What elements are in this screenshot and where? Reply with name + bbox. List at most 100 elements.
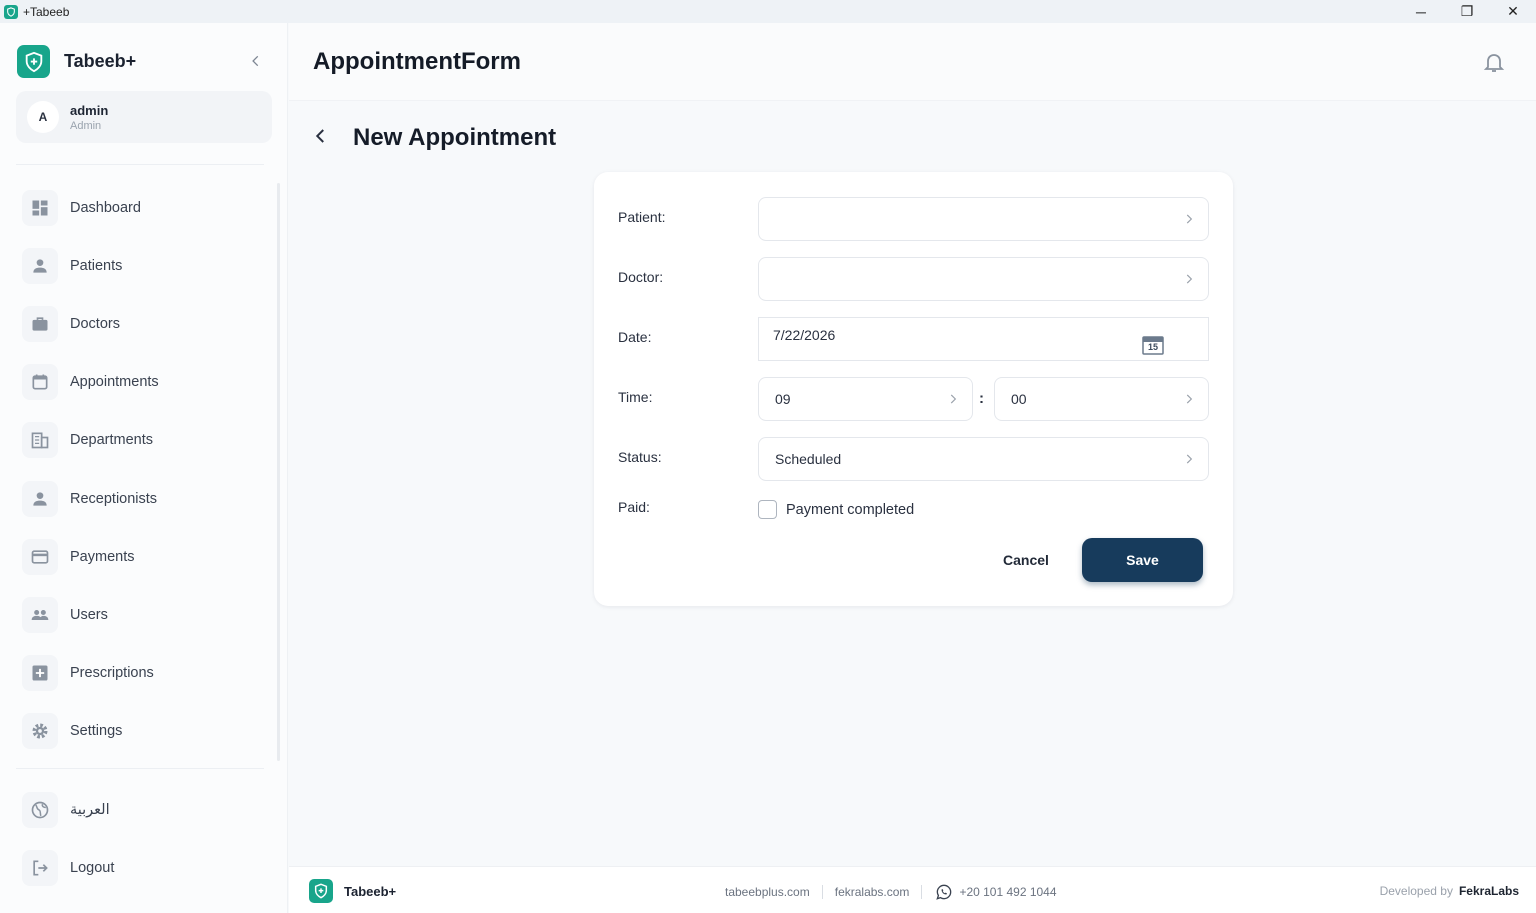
sidebar-item-label: Patients [70, 258, 123, 275]
sidebar-item-dashboard[interactable]: Dashboard [0, 179, 280, 237]
time-label: Time: [618, 389, 653, 405]
footer-brand-name: Tabeeb+ [344, 883, 397, 899]
calendar-button[interactable]: 15 [1142, 335, 1164, 355]
form-title: New Appointment [353, 124, 557, 151]
save-button[interactable]: Save [1082, 538, 1203, 582]
chevron-right-icon [1186, 274, 1193, 284]
building-icon [22, 422, 58, 459]
page-title: AppointmentForm [313, 48, 521, 75]
sidebar-item-prescriptions[interactable]: Prescriptions [0, 644, 280, 702]
divider [921, 885, 923, 899]
hour-value: 09 [775, 391, 791, 407]
developed-by-label: Developed by [1379, 884, 1453, 898]
window-titlebar: +Tabeeb ─ ❐ ✕ [0, 0, 1536, 23]
sidebar-item-doctors[interactable]: Doctors [0, 295, 280, 353]
divider [16, 768, 264, 769]
hour-select[interactable]: 09 [758, 377, 973, 421]
notifications-button[interactable] [1482, 50, 1506, 74]
company-link[interactable]: fekralabs.com [835, 885, 910, 899]
calendar-icon [22, 364, 58, 401]
collapse-sidebar-button[interactable] [244, 49, 268, 73]
appointment-form-card: Patient: Doctor: Date: 7/22/2026 15 Time… [594, 172, 1233, 606]
sidebar-item-departments[interactable]: Departments [0, 411, 280, 469]
divider [821, 885, 823, 899]
sidebar-item-appointments[interactable]: Appointments [0, 353, 280, 411]
close-button[interactable]: ✕ [1490, 0, 1536, 23]
minute-select[interactable]: 00 [994, 377, 1209, 421]
globe-icon [22, 792, 58, 829]
divider [16, 164, 264, 165]
person-icon [22, 248, 58, 285]
sidebar-item-label: Users [70, 606, 108, 623]
sidebar-item-label: Receptionists [70, 490, 158, 507]
patient-label: Patient: [618, 209, 666, 225]
status-select[interactable]: Scheduled [758, 437, 1209, 481]
chevron-right-icon [950, 394, 957, 404]
sidebar-item-label: Doctors [70, 316, 120, 333]
chevron-right-icon [1186, 394, 1193, 404]
sidebar-item-label: Dashboard [70, 200, 141, 217]
main-header: AppointmentForm [289, 23, 1536, 101]
app-logo-icon [4, 4, 18, 19]
footer: Tabeeb+ tabeebplus.com fekralabs.com +20… [289, 866, 1536, 913]
sidebar-bottom-nav: العربية Logout [0, 781, 280, 897]
sidebar-item-settings[interactable]: Settings [0, 702, 280, 760]
sidebar-item-logout[interactable]: Logout [0, 839, 280, 897]
gear-icon [22, 712, 58, 749]
patient-select[interactable] [758, 197, 1209, 241]
sidebar-item-patients[interactable]: Patients [0, 237, 280, 295]
minute-value: 00 [1011, 391, 1027, 407]
sidebar-item-users[interactable]: Users [0, 586, 280, 644]
developer-name[interactable]: FekraLabs [1459, 884, 1519, 898]
paid-label: Paid: [618, 499, 650, 515]
credit-card-icon [22, 538, 58, 575]
doctor-label: Doctor: [618, 269, 664, 285]
bell-icon [1483, 54, 1505, 72]
chevron-left-icon [315, 129, 324, 143]
group-icon [22, 596, 58, 633]
payment-completed-checkbox[interactable] [758, 500, 777, 519]
plus-box-icon [22, 654, 58, 691]
footer-links: tabeebplus.com fekralabs.com +20 101 492… [725, 882, 1057, 902]
payment-completed-label[interactable]: Payment completed [786, 502, 914, 518]
sidebar-item-label: Prescriptions [70, 664, 154, 681]
logout-icon [22, 850, 58, 887]
sidebar: Tabeeb+ A admin Admin Dashboard Patients [0, 23, 288, 913]
cancel-button[interactable]: Cancel [994, 538, 1058, 582]
back-button[interactable] [309, 124, 333, 148]
minimize-button[interactable]: ─ [1398, 0, 1444, 23]
sidebar-item-label: Logout [70, 860, 115, 877]
person-icon [22, 480, 58, 517]
doctor-select[interactable] [758, 257, 1209, 301]
user-role: Admin [70, 119, 102, 132]
sidebar-item-payments[interactable]: Payments [0, 528, 280, 586]
sidebar-item-receptionists[interactable]: Receptionists [0, 469, 280, 527]
phone-number[interactable]: +20 101 492 1044 [959, 885, 1056, 899]
whatsapp-icon [936, 884, 952, 900]
developed-by: Developed by FekraLabs [1380, 884, 1519, 898]
website-link[interactable]: tabeebplus.com [725, 885, 810, 899]
status-label: Status: [618, 449, 662, 465]
footer-brand: Tabeeb+ [309, 879, 396, 903]
sidebar-item-language[interactable]: العربية [0, 781, 280, 839]
maximize-button[interactable]: ❐ [1444, 0, 1490, 23]
sidebar-item-label: Settings [70, 722, 123, 739]
window-title: +Tabeeb [23, 4, 70, 19]
chevron-left-icon [252, 55, 259, 67]
sidebar-item-label: العربية [70, 802, 110, 819]
date-label: Date: [618, 329, 652, 345]
brand-name: Tabeeb+ [64, 51, 137, 71]
sidebar-nav: Dashboard Patients Doctors Appointments … [0, 179, 280, 760]
date-picker[interactable]: 7/22/2026 15 [758, 317, 1209, 361]
shield-logo-icon [17, 45, 50, 78]
sidebar-scrollbar[interactable] [277, 183, 280, 761]
calendar-day: 15 [1147, 342, 1158, 352]
dashboard-icon [22, 190, 58, 227]
briefcase-icon [22, 306, 58, 343]
date-value: 7/22/2026 [773, 327, 836, 343]
user-name: admin [70, 102, 109, 118]
shield-logo-icon [309, 879, 333, 903]
time-separator: : [979, 390, 984, 407]
user-card[interactable]: A admin Admin [16, 91, 272, 143]
status-value: Scheduled [775, 451, 842, 467]
